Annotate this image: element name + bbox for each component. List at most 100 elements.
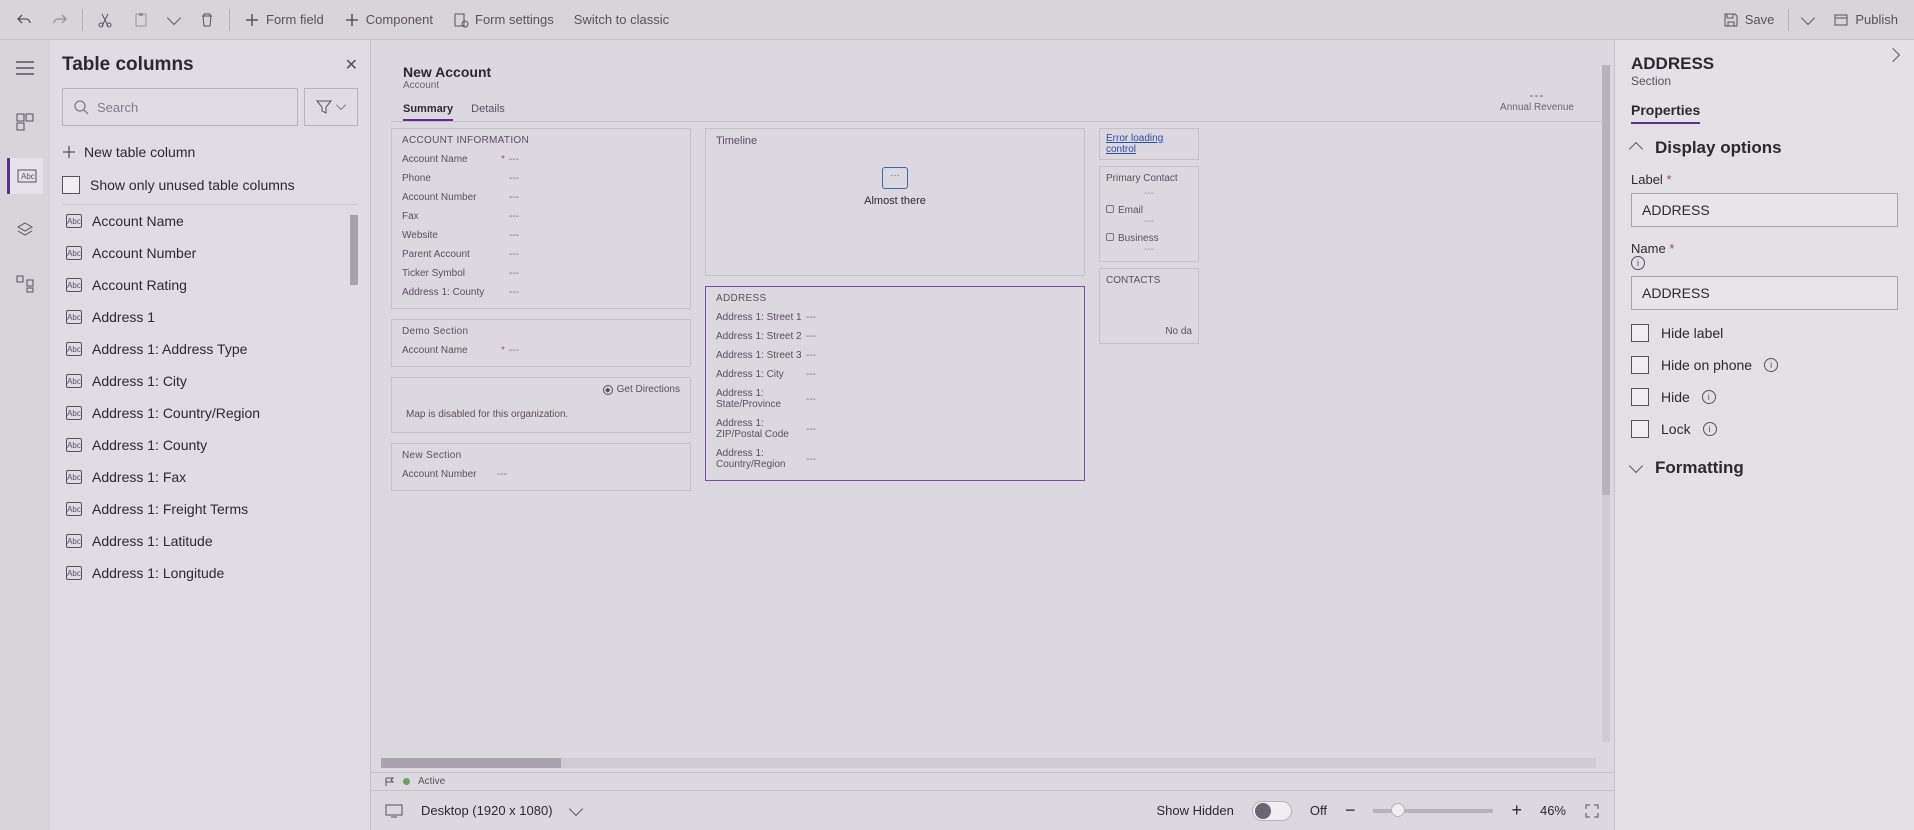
form-row[interactable]: Address 1: Street 2--- xyxy=(716,327,1074,346)
label-input[interactable] xyxy=(1631,193,1898,227)
section-primary-contact[interactable]: Primary Contact --- Email --- Business -… xyxy=(1099,166,1199,262)
rail-components[interactable] xyxy=(7,104,43,140)
folder-icon xyxy=(882,167,908,189)
undo-button[interactable] xyxy=(8,8,40,32)
column-item[interactable]: AbcAddress 1: City xyxy=(62,365,358,397)
rail-layers[interactable] xyxy=(7,212,43,248)
column-item[interactable]: AbcAddress 1: Longitude xyxy=(62,557,358,589)
text-type-icon: Abc xyxy=(66,470,82,484)
group-formatting[interactable]: Formatting xyxy=(1631,458,1898,478)
column-item[interactable]: AbcAddress 1: County xyxy=(62,429,358,461)
show-hidden-toggle[interactable] xyxy=(1252,801,1292,821)
name-input[interactable] xyxy=(1631,276,1898,310)
show-hidden-label: Show Hidden xyxy=(1157,803,1234,818)
component-button[interactable]: Component xyxy=(336,8,441,32)
section-account-info[interactable]: ACCOUNT INFORMATION Account Name*---Phon… xyxy=(391,128,691,309)
panel-close[interactable]: ✕ xyxy=(345,55,358,75)
form-row[interactable]: Parent Account--- xyxy=(402,245,680,264)
zoom-in[interactable]: + xyxy=(1511,800,1522,821)
flag-icon xyxy=(385,777,395,787)
form-row[interactable]: Address 1: City--- xyxy=(716,365,1074,384)
form-tabs: Summary Details xyxy=(391,97,1604,122)
column-item[interactable]: AbcAddress 1: Address Type xyxy=(62,333,358,365)
scrollbar-thumb[interactable] xyxy=(350,215,358,285)
lock-checkbox[interactable] xyxy=(1631,420,1649,438)
panel-title: Table columns xyxy=(62,54,194,76)
form-row[interactable]: Phone--- xyxy=(402,169,680,188)
text-type-icon: Abc xyxy=(66,502,82,516)
cut-button[interactable] xyxy=(89,8,121,32)
publish-button[interactable]: Publish xyxy=(1825,8,1906,32)
section-error[interactable]: Error loading control xyxy=(1099,128,1199,160)
form-row[interactable]: Address 1: State/Province--- xyxy=(716,384,1074,414)
form-row[interactable]: Address 1: Street 1--- xyxy=(716,308,1074,327)
column-item[interactable]: AbcAddress 1: Freight Terms xyxy=(62,493,358,525)
form-row[interactable]: Address 1: County--- xyxy=(402,283,680,302)
column-item[interactable]: AbcAddress 1: Fax xyxy=(62,461,358,493)
props-collapse[interactable] xyxy=(1886,48,1900,62)
zoom-out[interactable]: − xyxy=(1345,800,1356,821)
form-row[interactable]: Fax--- xyxy=(402,207,680,226)
show-unused-checkbox[interactable] xyxy=(62,176,80,194)
form-row[interactable]: Address 1: Country/Region--- xyxy=(716,444,1074,474)
form-row[interactable]: Ticker Symbol--- xyxy=(402,264,680,283)
column-item[interactable]: AbcAddress 1: Latitude xyxy=(62,525,358,557)
form-row[interactable]: Account Number--- xyxy=(402,188,680,207)
hide-checkbox[interactable] xyxy=(1631,388,1649,406)
tab-details[interactable]: Details xyxy=(471,103,505,121)
form-settings-button[interactable]: Form settings xyxy=(445,8,562,32)
switch-classic-button[interactable]: Switch to classic xyxy=(566,8,677,31)
form-row[interactable]: Address 1: ZIP/Postal Code--- xyxy=(716,414,1074,444)
save-button[interactable]: Save xyxy=(1715,8,1783,32)
save-dropdown[interactable] xyxy=(1795,13,1821,27)
section-demo[interactable]: Demo Section Account Name*--- xyxy=(391,319,691,367)
form-row[interactable]: Address 1: Street 3--- xyxy=(716,346,1074,365)
column-item[interactable]: AbcAccount Number xyxy=(62,237,358,269)
fit-icon[interactable] xyxy=(1584,803,1600,819)
search-input[interactable]: Search xyxy=(62,88,298,126)
properties-panel: ADDRESS Section Properties Display optio… xyxy=(1614,40,1914,830)
form-field-button[interactable]: Form field xyxy=(236,8,332,32)
delete-button[interactable] xyxy=(191,8,223,32)
paste-dropdown[interactable] xyxy=(161,13,187,27)
text-type-icon: Abc xyxy=(66,246,82,260)
get-directions[interactable]: ◆Get Directions xyxy=(603,384,680,395)
table-columns-panel: Table columns ✕ Search New table column … xyxy=(50,40,370,830)
tab-summary[interactable]: Summary xyxy=(403,103,453,121)
canvas-scroll-h[interactable] xyxy=(381,758,1596,768)
status-dot xyxy=(403,778,410,785)
form-row[interactable]: Account Name*--- xyxy=(402,150,680,169)
viewport-dropdown[interactable] xyxy=(568,801,582,815)
annual-revenue: --- Annual Revenue xyxy=(1500,88,1574,113)
filter-button[interactable] xyxy=(304,88,358,126)
section-address[interactable]: ADDRESS Address 1: Street 1---Address 1:… xyxy=(705,286,1085,481)
text-type-icon: Abc xyxy=(66,566,82,580)
rail-tree[interactable] xyxy=(7,266,43,302)
filter-icon xyxy=(316,100,332,114)
column-item[interactable]: AbcAddress 1: Country/Region xyxy=(62,397,358,429)
top-toolbar: Form field Component Form settings Switc… xyxy=(0,0,1914,40)
redo-button[interactable] xyxy=(44,8,76,32)
column-item[interactable]: AbcAccount Rating xyxy=(62,269,358,301)
form-row[interactable]: Website--- xyxy=(402,226,680,245)
new-table-column[interactable]: New table column xyxy=(62,138,358,166)
rail-menu[interactable] xyxy=(7,50,43,86)
column-list: AbcAccount NameAbcAccount NumberAbcAccou… xyxy=(62,204,358,830)
paste-button[interactable] xyxy=(125,8,157,32)
zoom-slider[interactable] xyxy=(1373,809,1493,813)
column-item[interactable]: AbcAccount Name xyxy=(62,205,358,237)
info-icon: i xyxy=(1764,358,1778,372)
column-item[interactable]: AbcAddress 1 xyxy=(62,301,358,333)
hide-label-checkbox[interactable] xyxy=(1631,324,1649,342)
rail-columns[interactable]: Abc xyxy=(7,158,43,194)
section-new[interactable]: New Section Account Number--- xyxy=(391,443,691,491)
text-type-icon: Abc xyxy=(66,310,82,324)
section-contacts[interactable]: CONTACTS No da xyxy=(1099,268,1199,344)
svg-text:Abc: Abc xyxy=(21,172,35,181)
hide-phone-checkbox[interactable] xyxy=(1631,356,1649,374)
section-map[interactable]: ◆Get Directions Map is disabled for this… xyxy=(391,377,691,433)
props-tab-properties[interactable]: Properties xyxy=(1631,102,1700,124)
status-bar: Active xyxy=(371,772,1614,790)
section-timeline[interactable]: Timeline Almost there xyxy=(705,128,1085,276)
group-display-options[interactable]: Display options xyxy=(1631,138,1898,158)
